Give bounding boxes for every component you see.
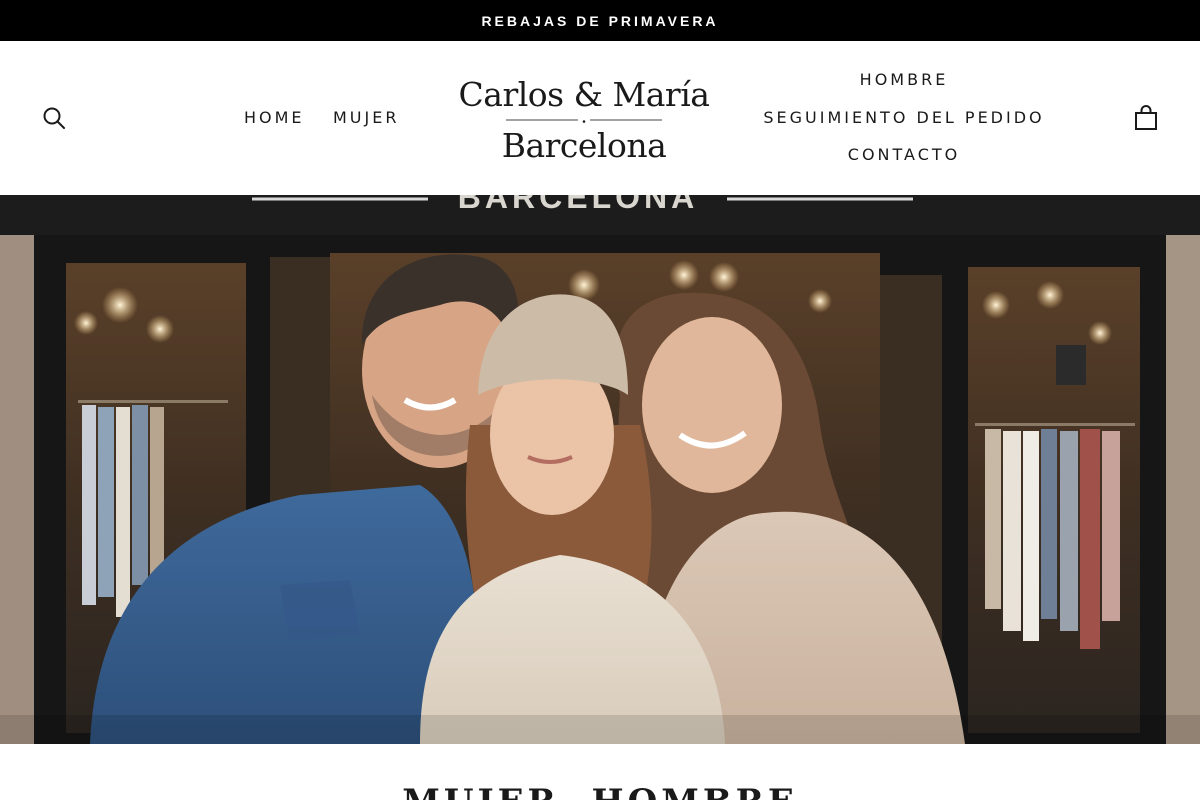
nav-mujer[interactable]: MUJER (333, 108, 399, 127)
nav-hombre[interactable]: HOMBRE (860, 68, 949, 106)
collection-heading: MUJER, HOMBRE (0, 782, 1200, 800)
nav-contacto[interactable]: CONTACTO (848, 143, 960, 181)
shopping-bag-icon (1135, 105, 1157, 130)
storefront-sign: BARCELONA (458, 195, 698, 215)
logo-line-1: Carlos & María (458, 75, 710, 114)
hero-image: BARCELONA (0, 195, 1200, 744)
nav-seguimiento-del-pedido[interactable]: SEGUIMIENTO DEL PEDIDO (763, 106, 1044, 144)
announcement-text: REBAJAS DE PRIMAVERA (481, 12, 719, 29)
site-header: HOME MUJER Carlos & María Barcelona HOMB… (0, 41, 1200, 195)
search-icon (43, 107, 65, 129)
primary-nav-right: HOMBRE SEGUIMIENTO DEL PEDIDO CONTACTO (752, 68, 1056, 181)
nav-home[interactable]: HOME (244, 108, 305, 127)
search-button[interactable] (42, 106, 66, 130)
logo-divider (506, 119, 662, 123)
announcement-bar: REBAJAS DE PRIMAVERA (0, 0, 1200, 41)
hero-banner[interactable]: BARCELONA (0, 195, 1200, 744)
site-logo[interactable]: Carlos & María Barcelona (444, 74, 724, 166)
cart-button[interactable] (1134, 105, 1158, 131)
logo-line-2: Barcelona (501, 126, 667, 165)
